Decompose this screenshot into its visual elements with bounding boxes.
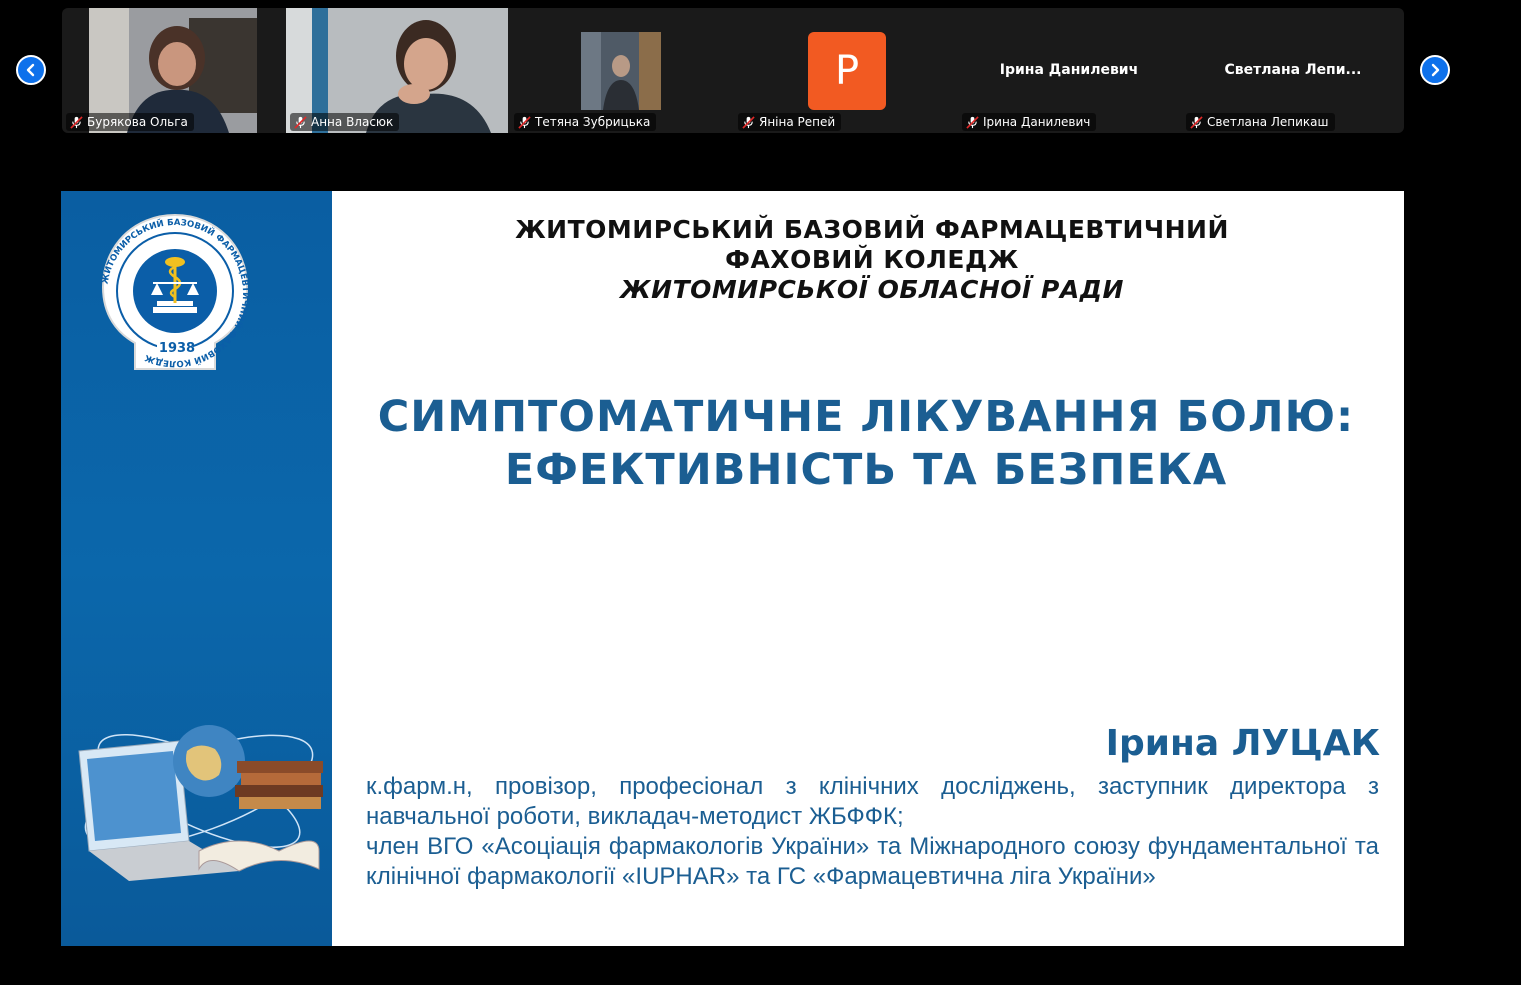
college-logo: ЖИТОМИРСЬКИЙ БАЗОВИЙ ФАРМАЦЕВТИЧНИЙ ФАХО… — [95, 207, 255, 372]
participant-tile[interactable]: Бурякова Ольга — [62, 8, 284, 133]
participant-avatar: P — [808, 32, 886, 110]
participant-name: Анна Власюк — [311, 115, 394, 129]
participant-name: Бурякова Ольга — [87, 115, 188, 129]
college-name-line: ФАХОВИЙ КОЛЕДЖ — [725, 245, 1019, 274]
college-name-line: ЖИТОМИРСЬКОЇ ОБЛАСНОЇ РАДИ — [620, 275, 1124, 304]
slide-title: СИМПТОМАТИЧНЕ ЛІКУВАННЯ БОЛЮ: ЕФЕКТИВНІС… — [341, 391, 1391, 497]
microphone-muted-icon — [518, 115, 531, 129]
logo-year: 1938 — [158, 341, 196, 356]
participant-tile[interactable]: Светлана Лепи... Светлана Лепикаш — [1182, 8, 1404, 133]
author-name: Ірина ЛУЦАК — [1105, 723, 1380, 764]
participant-name-bar: Яніна Репей — [738, 113, 842, 131]
participant-video — [581, 32, 661, 110]
slide-title-line: СИМПТОМАТИЧНЕ ЛІКУВАННЯ БОЛЮ: — [377, 392, 1355, 442]
participant-strip: Бурякова Ольга Анна Власюк Тетяна Зубриц… — [62, 8, 1404, 133]
previous-page-button[interactable] — [16, 55, 46, 85]
participant-tile[interactable]: Ірина Данилевич Ірина Данилевич — [958, 8, 1180, 133]
microphone-muted-icon — [742, 115, 755, 129]
next-page-button[interactable] — [1420, 55, 1450, 85]
participant-name-bar: Светлана Лепикаш — [1186, 113, 1335, 131]
microphone-muted-icon — [966, 115, 979, 129]
shared-screen-slide: ЖИТОМИРСЬКИЙ БАЗОВИЙ ФАРМАЦЕВТИЧНИЙ ФАХО… — [61, 191, 1404, 946]
participant-name: Тетяна Зубрицька — [535, 115, 651, 129]
participant-tile[interactable]: Анна Власюк — [286, 8, 508, 133]
author-description-paragraph: к.фарм.н, провізор, професіонал з клініч… — [366, 773, 1379, 830]
participant-name-bar: Бурякова Ольга — [66, 113, 194, 131]
college-name-line: ЖИТОМИРСЬКИЙ БАЗОВИЙ ФАРМАЦЕВТИЧНИЙ — [515, 215, 1229, 244]
participant-display-name: Светлана Лепи... — [1224, 62, 1362, 78]
microphone-muted-icon — [294, 115, 307, 129]
chevron-right-icon — [1431, 63, 1440, 77]
microphone-muted-icon — [1190, 115, 1203, 129]
microphone-muted-icon — [70, 115, 83, 129]
participant-name: Яніна Репей — [759, 115, 836, 129]
chevron-left-icon — [26, 63, 35, 77]
participant-display-name: Ірина Данилевич — [999, 62, 1139, 78]
author-description: к.фарм.н, провізор, професіонал з клініч… — [366, 772, 1379, 892]
college-name: ЖИТОМИРСЬКИЙ БАЗОВИЙ ФАРМАЦЕВТИЧНИЙ ФАХО… — [341, 215, 1403, 305]
participant-name: Светлана Лепикаш — [1207, 115, 1329, 129]
slide-sidebar: ЖИТОМИРСЬКИЙ БАЗОВИЙ ФАРМАЦЕВТИЧНИЙ ФАХО… — [61, 191, 332, 946]
participant-tile[interactable]: Тетяна Зубрицька — [510, 8, 732, 133]
author-description-paragraph: член ВГО «Асоціація фармакологів України… — [366, 833, 1379, 890]
slide-title-line: ЕФЕКТИВНІСТЬ ТА БЕЗПЕКА — [504, 445, 1228, 495]
participant-name-bar: Ірина Данилевич — [962, 113, 1097, 131]
education-illustration — [69, 701, 329, 886]
participant-name-bar: Тетяна Зубрицька — [514, 113, 657, 131]
participant-tile[interactable]: P Яніна Репей — [734, 8, 956, 133]
participant-name-bar: Анна Власюк — [290, 113, 400, 131]
participant-name: Ірина Данилевич — [983, 115, 1091, 129]
